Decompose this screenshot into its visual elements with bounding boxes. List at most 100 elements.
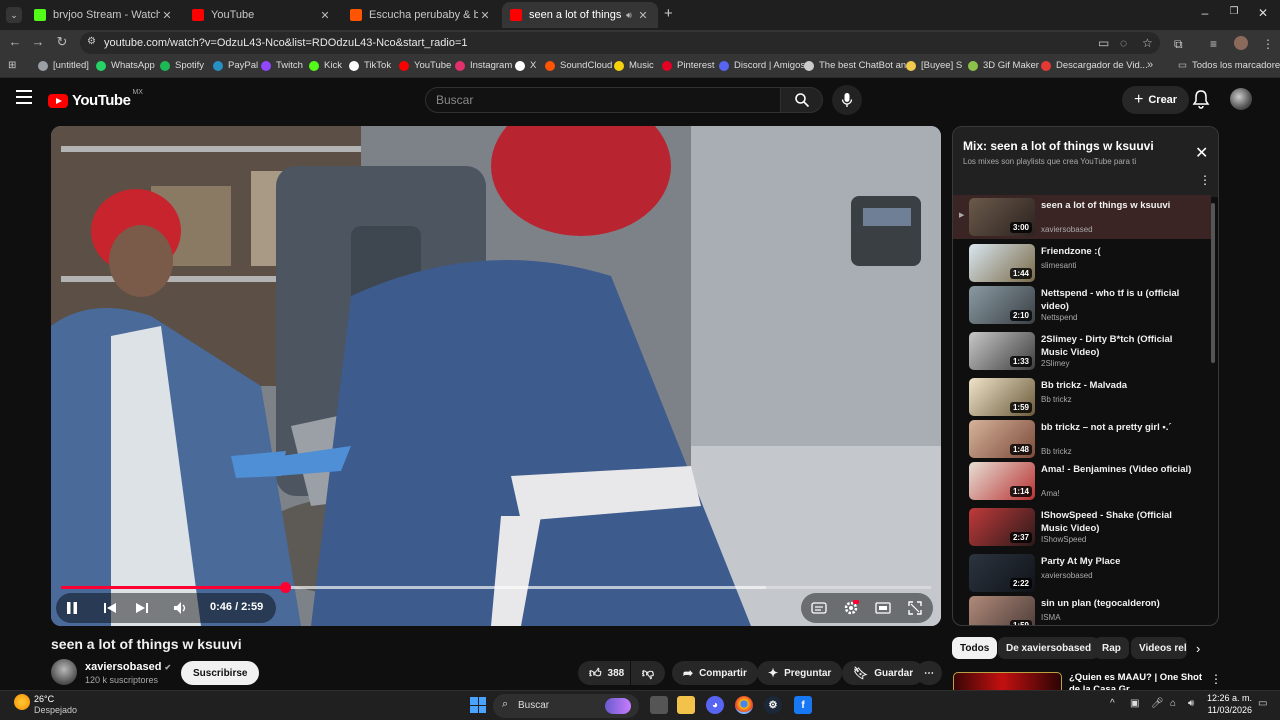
playlist-item-title[interactable]: IShowSpeed - Shake (Official Music Video… bbox=[1041, 509, 1193, 535]
next-button[interactable] bbox=[132, 599, 152, 617]
notifications-icon[interactable]: ▭ bbox=[1258, 698, 1267, 709]
playlist-thumbnail[interactable]: 3:00 bbox=[969, 198, 1035, 236]
playlist-item-title[interactable]: 2Slimey - Dirty B*tch (Official Music Vi… bbox=[1041, 333, 1193, 359]
forward-icon[interactable]: → bbox=[29, 34, 47, 49]
filter-chip[interactable]: De xaviersobased bbox=[998, 637, 1100, 659]
filter-chip[interactable]: Rap bbox=[1094, 637, 1129, 659]
chrome-icon[interactable] bbox=[735, 696, 753, 714]
audio-playing-icon[interactable]: 🔊︎ bbox=[622, 10, 636, 21]
playlist-item[interactable]: 2:37 IShowSpeed - Shake (Official Music V… bbox=[953, 505, 1211, 549]
cast-icon[interactable]: ▭ bbox=[1098, 36, 1109, 50]
playlist-thumbnail[interactable]: 1:14 bbox=[969, 462, 1035, 500]
playlist-menu-icon[interactable]: ⋮ bbox=[1199, 173, 1211, 187]
back-icon[interactable]: ← bbox=[6, 34, 24, 49]
search-input[interactable] bbox=[426, 88, 780, 112]
bookmark-item[interactable]: PayPal bbox=[213, 60, 258, 71]
new-tab-button[interactable]: + bbox=[664, 5, 673, 22]
windows-start-icon[interactable] bbox=[470, 697, 486, 713]
browser-tab[interactable]: YouTube ✕ bbox=[184, 2, 340, 28]
file-explorer-icon[interactable] bbox=[677, 696, 695, 714]
progress-scrubber-handle[interactable] bbox=[279, 582, 291, 593]
bookmark-item[interactable]: WhatsApp bbox=[96, 60, 155, 71]
tab-search-button[interactable]: ⌄ bbox=[6, 7, 22, 23]
bookmark-item[interactable]: SoundCloud bbox=[545, 60, 612, 71]
settings-button[interactable] bbox=[841, 599, 861, 617]
omnibox[interactable]: ⚙ youtube.com/watch?v=OdzuL43-Nco&list=R… bbox=[80, 32, 1160, 54]
discord-icon[interactable]: ◕ bbox=[706, 696, 724, 714]
reload-icon[interactable]: ↻ bbox=[53, 34, 71, 50]
bookmark-item[interactable]: Kick bbox=[309, 60, 342, 71]
more-actions-button[interactable]: ⋯ bbox=[916, 661, 942, 685]
playlist-thumbnail[interactable]: 1:48 bbox=[969, 420, 1035, 458]
playlist-thumbnail[interactable]: 1:59 bbox=[969, 596, 1035, 625]
weather-sun-icon[interactable] bbox=[14, 694, 30, 710]
tab-close-icon[interactable]: ✕ bbox=[318, 9, 332, 22]
tab-close-icon[interactable]: ✕ bbox=[160, 9, 174, 22]
volume-button[interactable] bbox=[170, 599, 190, 617]
close-window-icon[interactable]: ✕ bbox=[1254, 6, 1272, 20]
extensions-icon[interactable]: ⧉ bbox=[1174, 37, 1183, 52]
playlist-title[interactable]: Mix: seen a lot of things w ksuuvi bbox=[963, 139, 1154, 153]
bookmark-item[interactable]: [untitled] bbox=[38, 60, 89, 71]
youtube-logo[interactable]: YouTube MX bbox=[48, 89, 143, 109]
playlist-item-title[interactable]: Bb trickz - Malvada bbox=[1041, 379, 1193, 392]
playlist-item[interactable]: 1:59 Bb trickz - Malvada Bb trickz bbox=[953, 375, 1211, 419]
bookmark-item[interactable]: The best ChatBot an... bbox=[804, 60, 914, 71]
tab-close-icon[interactable]: ✕ bbox=[478, 9, 492, 22]
profile-avatar-icon[interactable] bbox=[1234, 36, 1248, 50]
ask-button[interactable]: ✦ Preguntar bbox=[757, 661, 843, 685]
bookmark-item[interactable]: Pinterest bbox=[662, 60, 715, 71]
close-playlist-icon[interactable]: ✕ bbox=[1195, 143, 1208, 163]
like-button[interactable]: 👍︎ 388 bbox=[578, 661, 630, 685]
playlist-scrollbar[interactable] bbox=[1211, 203, 1215, 363]
playlist-item[interactable]: 2:22 Party At My Place xaviersobased bbox=[953, 551, 1211, 595]
bookmark-item[interactable]: X bbox=[515, 60, 536, 71]
site-info-icon[interactable]: ⚙ bbox=[87, 36, 96, 47]
search-box[interactable] bbox=[425, 87, 781, 113]
bookmark-star-icon[interactable]: ☆ bbox=[1142, 36, 1153, 50]
facebook-icon[interactable]: f bbox=[794, 696, 812, 714]
playlist-item[interactable]: 2:10 Nettspend - who tf is u (official vi… bbox=[953, 283, 1211, 327]
hamburger-menu-icon[interactable] bbox=[16, 90, 32, 104]
create-button[interactable]: + Crear bbox=[1122, 86, 1190, 114]
chevron-right-icon[interactable]: › bbox=[1196, 641, 1200, 656]
channel-avatar[interactable] bbox=[51, 659, 77, 685]
recommended-menu-icon[interactable]: ⋮ bbox=[1210, 672, 1222, 686]
task-view-icon[interactable] bbox=[650, 696, 668, 714]
browser-tab[interactable]: Escucha perubaby & boolymon✕ bbox=[342, 2, 500, 28]
subscribe-button[interactable]: Suscribirse bbox=[181, 661, 260, 685]
restore-icon[interactable]: ❐ bbox=[1225, 6, 1243, 17]
playlist-thumbnail[interactable]: 2:10 bbox=[969, 286, 1035, 324]
playlist-thumbnail[interactable]: 2:22 bbox=[969, 554, 1035, 592]
bookmark-item[interactable]: Music bbox=[614, 60, 654, 71]
weather-description[interactable]: Despejado bbox=[34, 705, 77, 715]
bookmark-item[interactable]: Descargador de Vid... bbox=[1041, 60, 1148, 71]
voice-search-button[interactable] bbox=[832, 85, 862, 115]
playlist-item-title[interactable]: Ama! - Benjamines (Video oficial) bbox=[1041, 463, 1193, 476]
playlist-item[interactable]: ▶ 3:00 seen a lot of things w ksuuvi xavier… bbox=[953, 195, 1211, 239]
bookmark-item[interactable]: Instagram bbox=[455, 60, 512, 71]
steam-icon[interactable]: ⚙ bbox=[764, 696, 782, 714]
playlist-thumbnail[interactable]: 1:59 bbox=[969, 378, 1035, 416]
filter-chip[interactable]: Todos bbox=[952, 637, 998, 659]
playlist-item-title[interactable]: bb trickz – not a pretty girl •.´ bbox=[1041, 421, 1193, 434]
bookmark-item[interactable]: Spotify bbox=[160, 60, 204, 71]
clock-date[interactable]: 11/03/2026 bbox=[1206, 705, 1252, 715]
channel-name-row[interactable]: xaviersobased ✔ bbox=[85, 661, 171, 673]
url-text[interactable]: youtube.com/watch?v=OdzuL43-Nco&list=RDO… bbox=[104, 37, 468, 49]
previous-button[interactable] bbox=[100, 599, 120, 617]
all-bookmarks-folder[interactable]: ▭ Todos los marcadores bbox=[1178, 60, 1280, 71]
taskbar-search[interactable]: ⌕ Buscar bbox=[493, 694, 639, 718]
minimize-icon[interactable]: – bbox=[1196, 6, 1214, 20]
playlist-item-title[interactable]: Friendzone :( bbox=[1041, 245, 1193, 258]
browser-tab[interactable]: seen a lot of things w ksuu🔊︎✕ bbox=[502, 2, 658, 28]
bookmark-item[interactable]: TikTok bbox=[349, 60, 391, 71]
tray-app-icon[interactable]: ▣ bbox=[1130, 698, 1139, 709]
playlist-item[interactable]: 1:48 bb trickz – not a pretty girl •.´ Bb … bbox=[953, 417, 1211, 461]
progress-bar[interactable] bbox=[61, 582, 931, 593]
playlist-thumbnail[interactable]: 2:37 bbox=[969, 508, 1035, 546]
playlist-item[interactable]: 1:44 Friendzone :(slimesanti bbox=[953, 241, 1211, 285]
bookmark-item[interactable]: Twitch bbox=[261, 60, 303, 71]
pause-button[interactable] bbox=[62, 599, 82, 617]
media-controls-icon[interactable]: ≡ bbox=[1210, 37, 1217, 51]
